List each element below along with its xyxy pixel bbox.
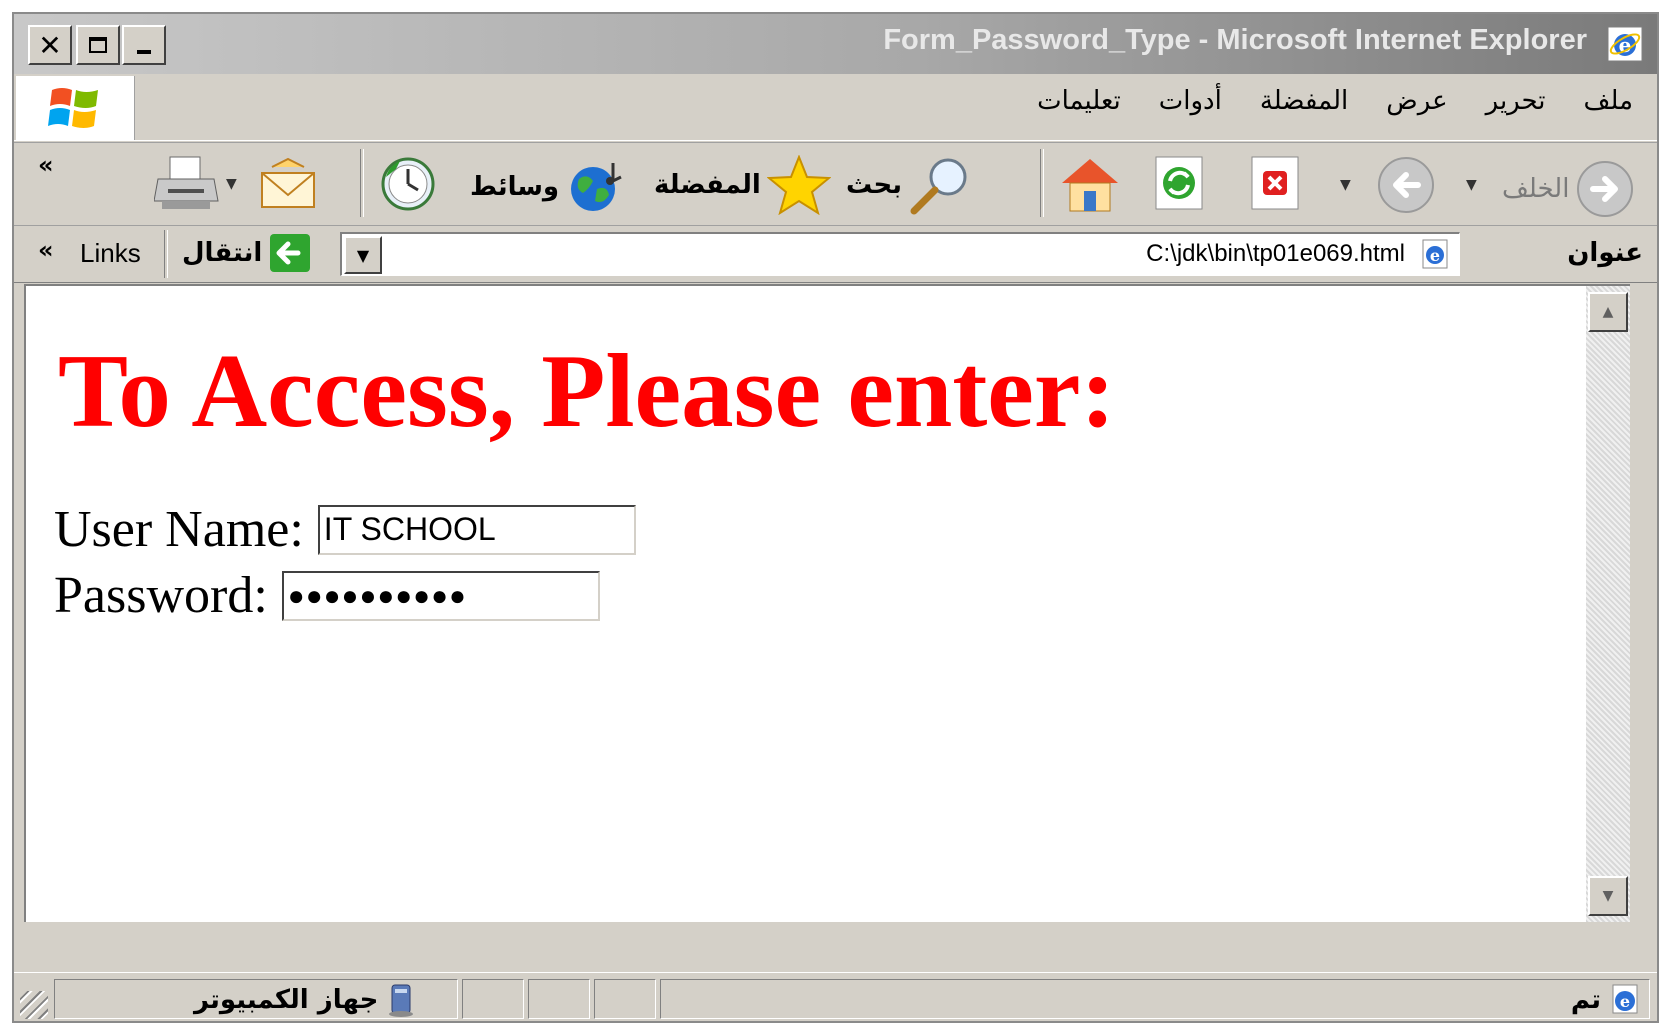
menu-edit[interactable]: تحرير (1486, 86, 1546, 116)
scroll-down-button[interactable]: ▼ (1588, 876, 1628, 916)
computer-icon (389, 984, 414, 1017)
scroll-up-arrow-icon: ▲ (1602, 304, 1614, 320)
minimize-button[interactable] (122, 25, 166, 65)
username-label: User Name: (54, 501, 304, 558)
status-done: تم e (1571, 983, 1643, 1017)
standard-toolbar: « ▼ وسائط المفضلة بحث ▼ ▼ الخلف (14, 142, 1657, 226)
maximize-button[interactable] (76, 25, 120, 65)
status-zone-label: جهاز الكمبيوتر (194, 985, 379, 1015)
address-separator (164, 230, 168, 278)
links-chevron-icon[interactable]: « (38, 236, 54, 264)
ie-logo-icon: e (1607, 26, 1643, 62)
favorites-star-icon (766, 155, 831, 215)
history-icon (381, 157, 435, 211)
close-button[interactable]: ✕ (28, 25, 72, 65)
menu-items: ملف تحرير عرض المفضلة أدوات تعليمات (1037, 86, 1633, 116)
status-panel (462, 979, 524, 1019)
address-label: عنوان (1567, 238, 1643, 268)
toolbar-separator (1040, 149, 1044, 217)
svg-text:e: e (1620, 992, 1630, 1011)
address-bar: « Links انتقال ▼ C:\jdk\bin\tp01e069.htm… (14, 226, 1657, 283)
mail-button[interactable] (258, 157, 318, 211)
password-input[interactable] (281, 570, 600, 621)
print-button[interactable]: ▼ (154, 153, 237, 215)
menu-file[interactable]: ملف (1584, 86, 1633, 116)
status-main-panel (660, 979, 1650, 1019)
search-icon (910, 158, 967, 215)
ie-page-done-icon: e (1612, 984, 1638, 1014)
address-dropdown-arrow-icon: ▼ (356, 245, 370, 265)
minimize-icon (137, 50, 151, 54)
media-label: وسائط (470, 172, 560, 202)
title-bar: ✕ Form_Password_Type - Microsoft Interne… (14, 14, 1657, 74)
home-button[interactable] (1058, 153, 1122, 215)
links-button[interactable]: Links (80, 238, 141, 269)
go-arrow-icon (270, 234, 311, 272)
status-zone: جهاز الكمبيوتر (194, 983, 416, 1017)
media-globe-icon (571, 163, 622, 211)
maximize-icon (89, 37, 107, 53)
status-bar: جهاز الكمبيوتر تم e (14, 972, 1657, 1023)
toolbar-separator (360, 149, 364, 217)
page-content: To Access, Please enter: User Name: Pass… (24, 284, 1630, 922)
menu-bar: ملف تحرير عرض المفضلة أدوات تعليمات (14, 74, 1657, 141)
resize-grip-icon[interactable] (20, 991, 48, 1019)
svg-text:e: e (1430, 246, 1440, 265)
favorites-label: المفضلة (654, 170, 761, 200)
back-button[interactable]: الخلف (1502, 159, 1635, 219)
menu-favorites[interactable]: المفضلة (1260, 86, 1348, 116)
printer-icon (154, 156, 219, 209)
favorites-button[interactable]: المفضلة (654, 155, 831, 215)
vertical-scrollbar[interactable]: ▲ ▼ (1586, 286, 1630, 922)
password-row: Password: (54, 566, 600, 625)
page-heading: To Access, Please enter: (58, 332, 1116, 449)
window-title: Form_Password_Type - Microsoft Internet … (883, 24, 1587, 56)
menu-help[interactable]: تعليمات (1037, 86, 1121, 116)
forward-button[interactable] (1376, 155, 1436, 215)
status-panel (594, 979, 656, 1019)
go-button[interactable]: انتقال (182, 232, 312, 274)
go-label: انتقال (182, 238, 263, 268)
address-dropdown-button[interactable]: ▼ (344, 236, 382, 274)
username-input[interactable] (317, 504, 636, 555)
address-input[interactable]: ▼ C:\jdk\bin\tp01e069.html e (340, 232, 1460, 276)
address-url: C:\jdk\bin\tp01e069.html (1146, 240, 1405, 267)
password-label: Password: (54, 567, 268, 624)
forward-dropdown-arrow-icon[interactable]: ▼ (1340, 177, 1351, 193)
username-row: User Name: (54, 500, 636, 559)
refresh-button[interactable] (1152, 155, 1208, 213)
stop-icon (1251, 156, 1299, 210)
media-button[interactable]: وسائط (470, 159, 627, 215)
scroll-down-arrow-icon: ▼ (1602, 888, 1614, 904)
status-done-label: تم (1570, 985, 1601, 1015)
status-panel (528, 979, 590, 1019)
menu-tools[interactable]: أدوات (1159, 86, 1222, 116)
refresh-icon (1155, 156, 1203, 210)
back-label: الخلف (1502, 174, 1570, 204)
windows-logo-icon (16, 76, 135, 140)
page-ie-icon: e (1422, 239, 1448, 269)
search-button[interactable]: بحث (846, 155, 972, 215)
close-icon: ✕ (38, 28, 62, 62)
stop-button[interactable] (1248, 155, 1304, 213)
browser-window: ✕ Form_Password_Type - Microsoft Interne… (12, 12, 1659, 1023)
forward-arrow-icon (1378, 157, 1434, 213)
search-label: بحث (846, 170, 903, 200)
history-button[interactable] (378, 155, 438, 213)
back-arrow-icon (1577, 161, 1634, 217)
scroll-up-button[interactable]: ▲ (1588, 292, 1628, 332)
toolbar-chevron-icon[interactable]: « (38, 151, 54, 179)
back-dropdown-arrow-icon[interactable]: ▼ (1466, 177, 1477, 193)
menu-view[interactable]: عرض (1386, 86, 1447, 116)
mail-icon (261, 157, 315, 208)
home-icon (1062, 159, 1118, 212)
print-dropdown-arrow-icon[interactable]: ▼ (226, 176, 237, 192)
